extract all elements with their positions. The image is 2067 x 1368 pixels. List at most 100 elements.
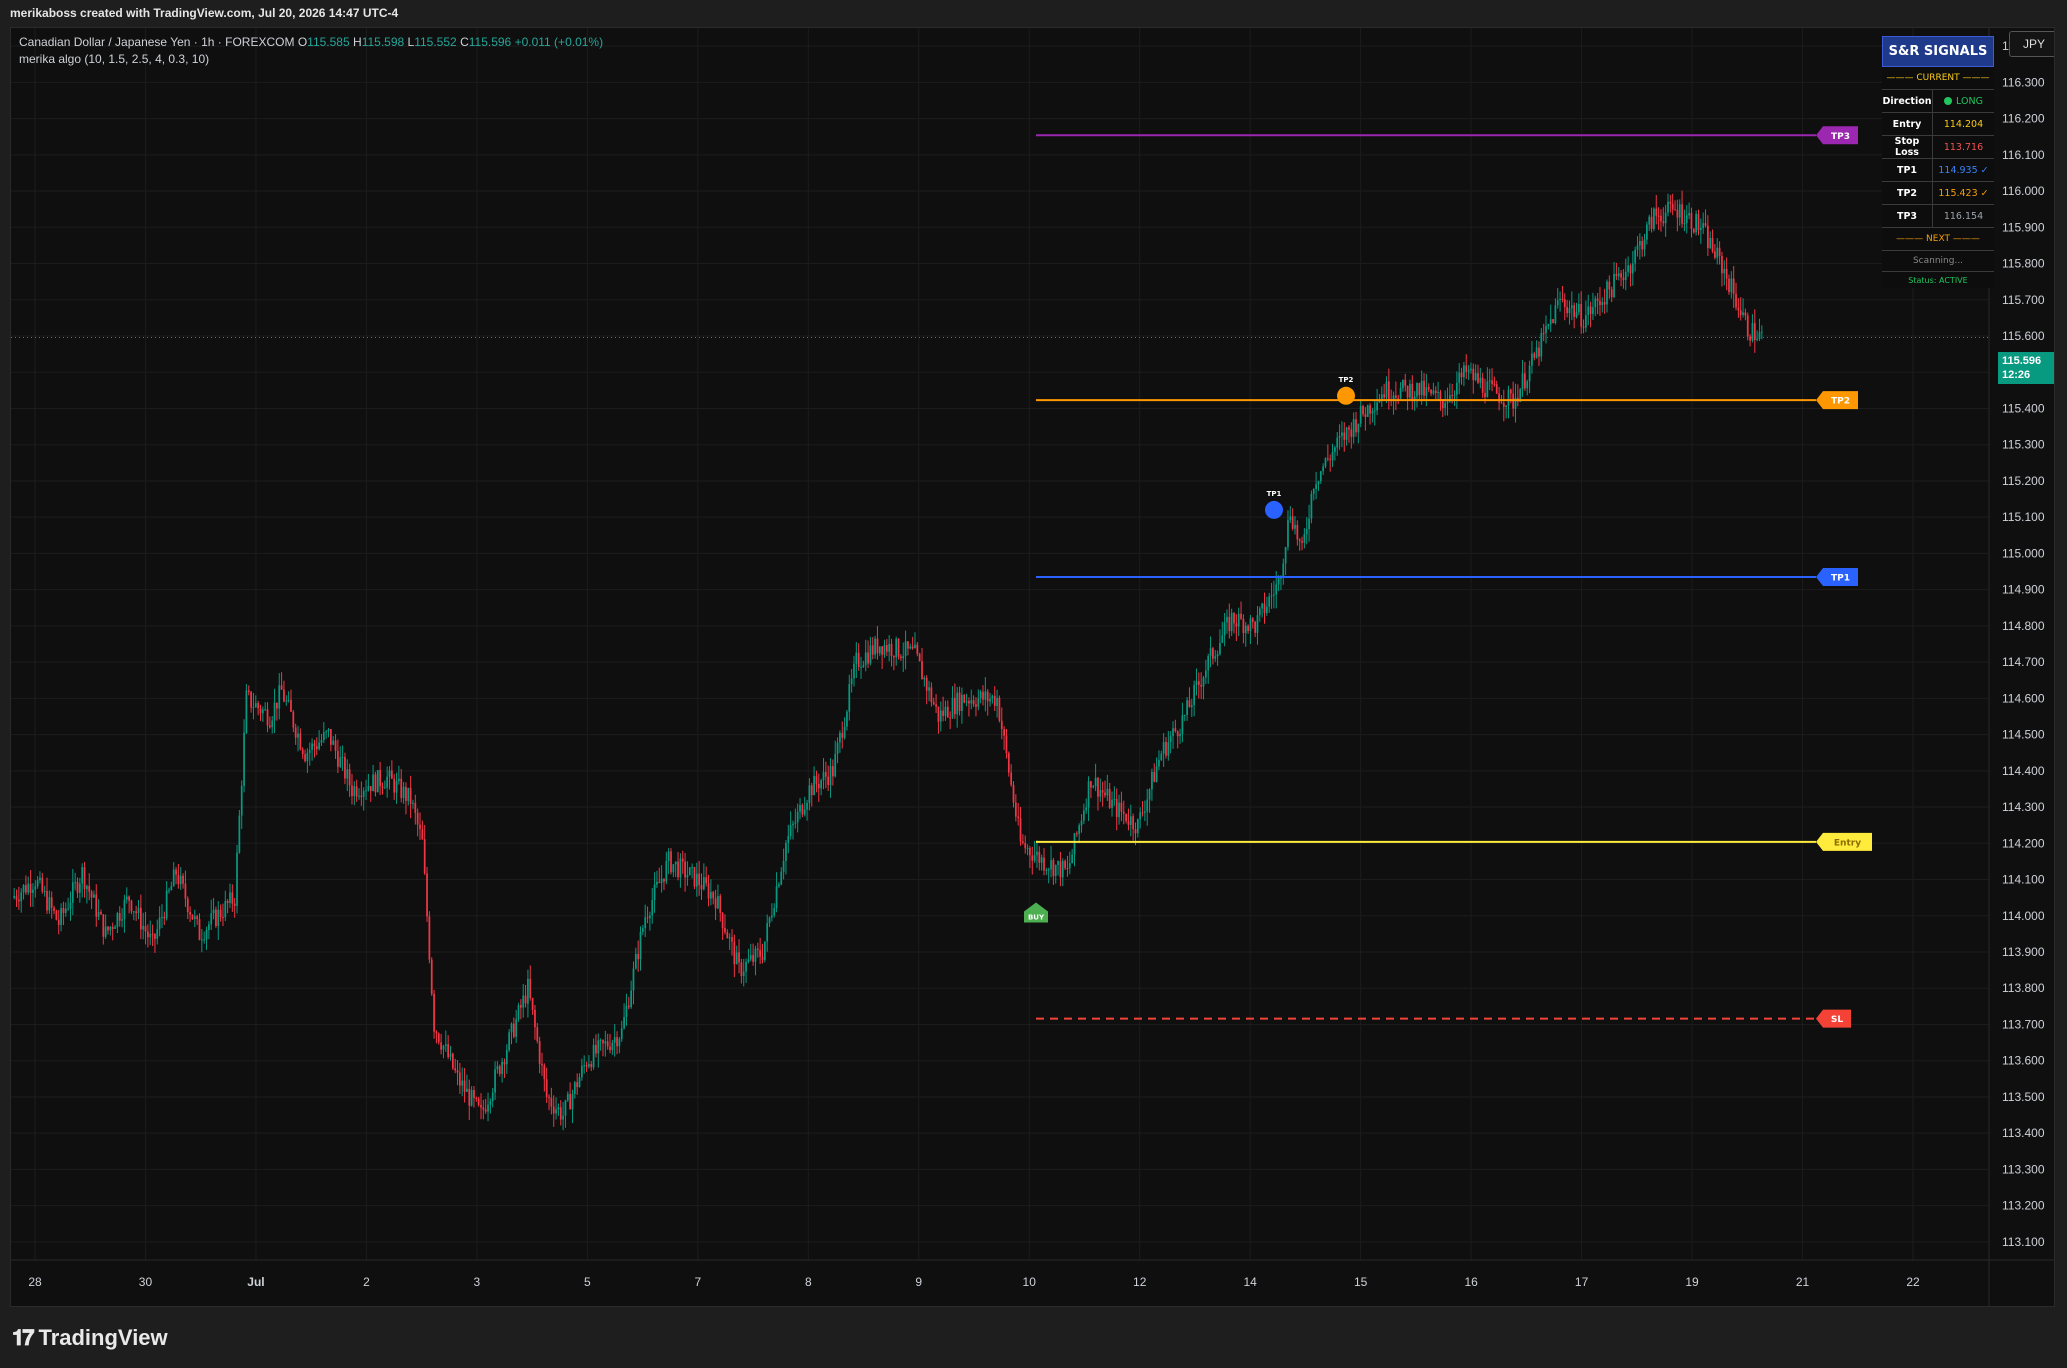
candle-body bbox=[855, 652, 858, 664]
chart-pane[interactable]: 116.400116.300116.200116.100116.000115.9… bbox=[10, 27, 2055, 1307]
candle-body bbox=[1334, 447, 1336, 452]
legend-indicator[interactable]: merika algo (10, 1.5, 2.5, 4, 0.3, 10) bbox=[19, 51, 603, 68]
candle-body bbox=[698, 873, 701, 886]
buy-signal-text: BUY bbox=[1028, 914, 1045, 922]
candle-body bbox=[1125, 813, 1127, 822]
candle-body bbox=[787, 835, 790, 843]
target-hit-marker bbox=[1265, 500, 1283, 519]
candle-body bbox=[271, 720, 274, 728]
x-tick-label: 16 bbox=[1464, 1275, 1478, 1289]
candle-body bbox=[815, 775, 818, 784]
candle-body bbox=[796, 811, 799, 823]
candle-body bbox=[663, 878, 665, 882]
candle-body bbox=[606, 1041, 609, 1047]
candle-body bbox=[531, 997, 534, 1010]
y-tick-label: 113.600 bbox=[2002, 1054, 2045, 1068]
candle-body bbox=[505, 1050, 508, 1065]
legend-high-value: 115.598 bbox=[361, 35, 405, 49]
candle-body bbox=[1540, 333, 1543, 357]
candle-body bbox=[522, 995, 525, 1008]
candle-body bbox=[989, 698, 991, 702]
candle-body bbox=[695, 873, 698, 887]
candle-body bbox=[215, 909, 217, 926]
candle-body bbox=[738, 952, 740, 963]
candle-body bbox=[351, 785, 353, 797]
candle-body bbox=[1737, 307, 1740, 311]
candle-body bbox=[1179, 733, 1181, 737]
candle-body bbox=[48, 897, 51, 911]
candle-body bbox=[986, 691, 989, 702]
candle-body bbox=[346, 769, 349, 779]
candle-body bbox=[142, 925, 145, 930]
candle-body bbox=[111, 926, 114, 929]
candle-body bbox=[409, 787, 412, 804]
candle-body bbox=[1345, 427, 1348, 440]
signals-status: Status: ACTIVE bbox=[1882, 272, 1994, 288]
candle-body bbox=[489, 1101, 492, 1105]
candle-body bbox=[57, 919, 60, 925]
candle-body bbox=[1165, 741, 1167, 756]
candle-body bbox=[398, 778, 400, 782]
signals-row: TP3 116.154 bbox=[1882, 205, 1994, 228]
candle-body bbox=[217, 909, 220, 926]
candle-body bbox=[1106, 788, 1109, 796]
candle-body bbox=[998, 697, 1001, 721]
candle-body bbox=[1369, 405, 1371, 414]
candle-body bbox=[1399, 388, 1402, 399]
candle-body bbox=[982, 691, 984, 700]
candle-body bbox=[508, 1032, 511, 1051]
candle-body bbox=[1385, 381, 1388, 398]
currency-button[interactable]: JPY bbox=[2009, 31, 2054, 57]
candle-body bbox=[1226, 616, 1228, 623]
candle-body bbox=[728, 937, 731, 939]
candle-body bbox=[1739, 310, 1742, 315]
candle-body bbox=[1265, 606, 1268, 614]
candle-body bbox=[147, 931, 149, 938]
candle-body bbox=[1176, 731, 1179, 737]
candle-body bbox=[735, 952, 738, 965]
candle-body bbox=[1249, 618, 1252, 632]
candle-body bbox=[95, 894, 98, 917]
y-tick-label: 114.600 bbox=[2002, 691, 2045, 705]
candle-body bbox=[677, 861, 679, 878]
candle-body bbox=[775, 886, 778, 909]
candle-body bbox=[1059, 861, 1062, 878]
candle-body bbox=[353, 786, 356, 797]
candle-body bbox=[402, 786, 405, 799]
signals-row-label: TP2 bbox=[1882, 182, 1933, 204]
candle-body bbox=[222, 917, 224, 919]
candle-body bbox=[1704, 223, 1707, 226]
candle-body bbox=[939, 710, 942, 722]
candle-body bbox=[428, 916, 431, 960]
candle-body bbox=[1563, 299, 1566, 308]
y-tick-label: 115.600 bbox=[2002, 329, 2045, 343]
candle-body bbox=[1505, 405, 1508, 407]
candle-body bbox=[1669, 201, 1672, 204]
candle-body bbox=[1310, 493, 1313, 519]
candle-body bbox=[888, 643, 891, 652]
candle-body bbox=[1146, 799, 1149, 812]
candle-body bbox=[118, 913, 121, 921]
candle-body bbox=[869, 645, 872, 664]
candle-body bbox=[1425, 387, 1428, 396]
candle-body bbox=[761, 956, 764, 960]
candle-body bbox=[1052, 860, 1055, 877]
candle-body bbox=[721, 912, 724, 928]
candle-body bbox=[175, 869, 177, 875]
candle-body bbox=[541, 1063, 543, 1066]
price-chart[interactable]: 116.400116.300116.200116.100116.000115.9… bbox=[11, 28, 2055, 1307]
candle-body bbox=[414, 802, 417, 813]
candle-body bbox=[1315, 484, 1317, 490]
signals-scanning: Scanning... bbox=[1882, 251, 1994, 272]
candle-body bbox=[1329, 459, 1332, 461]
candle-body bbox=[200, 939, 203, 941]
candle-body bbox=[496, 1066, 499, 1070]
candle-body bbox=[1190, 705, 1193, 708]
candle-body bbox=[1648, 216, 1651, 225]
legend-high-label: H bbox=[353, 35, 362, 49]
candle-body bbox=[1355, 419, 1357, 433]
candle-body bbox=[1500, 402, 1503, 404]
tradingview-logo[interactable]: 𝟏𝟕 TradingView bbox=[12, 1325, 168, 1351]
candle-body bbox=[1073, 833, 1076, 855]
candle-body bbox=[719, 896, 722, 913]
